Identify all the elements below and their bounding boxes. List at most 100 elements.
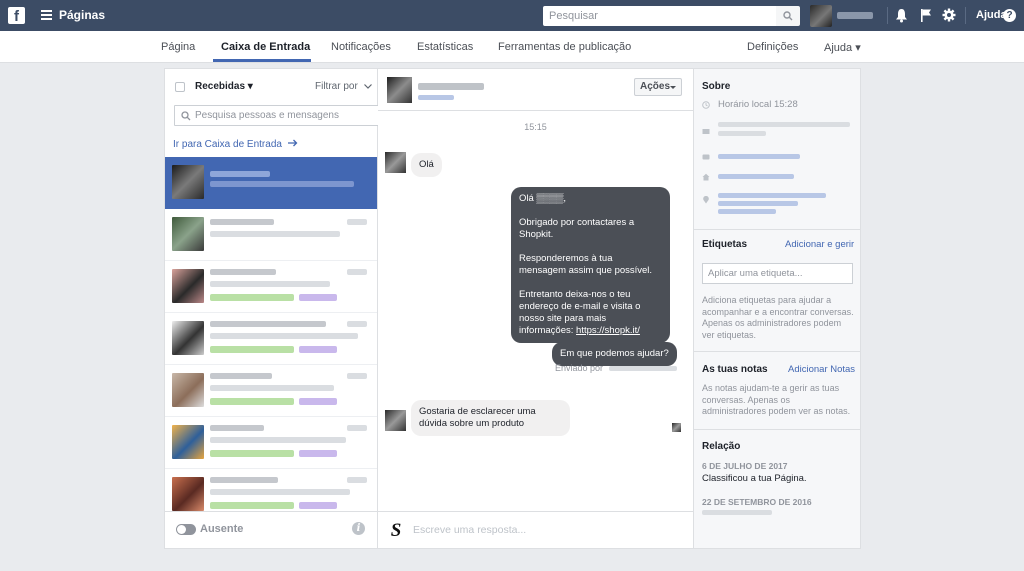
- tab-pagina[interactable]: Página: [161, 41, 195, 53]
- gear-icon[interactable]: [942, 8, 956, 22]
- tab-publishing-tools[interactable]: Ferramentas de publicação: [498, 41, 631, 53]
- flag-icon[interactable]: [920, 8, 932, 22]
- help-link[interactable]: Ajuda: [976, 9, 1007, 21]
- contact-name-blurred: [210, 219, 274, 225]
- tab-notifications[interactable]: Notificações: [331, 41, 391, 53]
- actions-dropdown[interactable]: Ações: [634, 78, 682, 96]
- conversation-item[interactable]: [165, 417, 377, 469]
- page-nav: Página Caixa de Entrada Notificações Est…: [0, 31, 1024, 63]
- menu-icon[interactable]: [41, 10, 52, 20]
- search-button[interactable]: [776, 6, 800, 26]
- goto-inbox-label: Ir para Caixa de Entrada: [173, 139, 282, 150]
- info-link-blurred[interactable]: [718, 154, 800, 159]
- conversation-item[interactable]: [165, 313, 377, 365]
- label-tag[interactable]: [299, 294, 337, 301]
- chevron-down-icon: [363, 84, 372, 89]
- labels-help-text: Adiciona etiquetas para ajudar a acompan…: [702, 295, 854, 340]
- work-icon: [702, 129, 710, 134]
- pages-title[interactable]: Páginas: [59, 8, 105, 22]
- conversation-search-input[interactable]: Pesquisa pessoas e mensagens: [174, 105, 384, 126]
- contact-name-blurred: [210, 373, 272, 379]
- message-paragraph: Obrigado por contactares a Shopkit.: [519, 217, 635, 240]
- education-icon: [702, 154, 710, 160]
- avatar: [172, 373, 204, 407]
- message-paragraph: Entretanto deixa-nos o teu endereço de e…: [519, 289, 662, 337]
- sent-by-text: Enviado por: [555, 363, 604, 373]
- local-time: Horário local 15:28: [718, 99, 798, 110]
- availability-toggle[interactable]: [176, 524, 196, 535]
- tab-help[interactable]: Ajuda ▾: [824, 41, 861, 54]
- tab-inbox[interactable]: Caixa de Entrada: [221, 41, 310, 53]
- help-icon[interactable]: ?: [1003, 9, 1016, 22]
- avatar: [385, 152, 406, 173]
- avatar: [810, 5, 832, 27]
- conversation-header: Ações: [378, 69, 693, 111]
- message-preview-blurred: [210, 489, 350, 495]
- relation-date: 6 DE JULHO DE 2017: [702, 461, 788, 471]
- conversation-item[interactable]: [165, 261, 377, 313]
- facebook-logo-icon[interactable]: f: [8, 7, 25, 24]
- label-input[interactable]: Aplicar uma etiqueta...: [702, 263, 853, 284]
- availability-footer: Ausente i: [165, 511, 377, 548]
- select-all-checkbox[interactable]: [175, 82, 185, 92]
- conversation-item[interactable]: [165, 209, 377, 261]
- label-tag[interactable]: [299, 346, 337, 353]
- time-blurred: [347, 269, 367, 275]
- filter-by-label: Filtrar por: [315, 81, 358, 92]
- tab-settings[interactable]: Definições: [747, 41, 798, 53]
- avatar: [387, 77, 412, 103]
- seen-avatar: [672, 423, 681, 432]
- label-tag[interactable]: [299, 398, 337, 405]
- profile-menu[interactable]: [810, 5, 885, 27]
- shopkit-logo: S: [390, 520, 402, 541]
- goto-inbox-link[interactable]: Ir para Caixa de Entrada: [173, 139, 298, 150]
- message-preview-blurred: [210, 333, 358, 339]
- profile-name-blurred: [837, 12, 873, 19]
- search-placeholder: Pesquisa pessoas e mensagens: [195, 110, 339, 121]
- label-tag[interactable]: [299, 450, 337, 457]
- shopkit-link[interactable]: https://shopk.it/: [576, 325, 640, 336]
- reply-input[interactable]: Escreve uma resposta...: [413, 524, 526, 536]
- bell-icon[interactable]: [895, 8, 908, 23]
- sent-by-label: Enviado por: [555, 363, 677, 373]
- availability-status: Ausente: [200, 523, 244, 535]
- info-blurred: [718, 122, 850, 127]
- divider: [965, 7, 966, 24]
- relation-date: 22 DE SETEMBRO DE 2016: [702, 497, 812, 507]
- info-link-blurred[interactable]: [718, 201, 798, 206]
- contact-name-blurred[interactable]: [418, 83, 484, 90]
- info-blurred: [718, 131, 766, 136]
- top-bar: f Páginas Pesquisar Ajuda ?: [0, 0, 1024, 31]
- message-preview-blurred: [210, 437, 346, 443]
- about-title: Sobre: [702, 81, 731, 92]
- labels-title: Etiquetas: [702, 239, 748, 250]
- avatar: [172, 425, 204, 459]
- add-manage-labels-link[interactable]: Adicionar e gerir: [785, 239, 854, 250]
- label-tag[interactable]: [210, 398, 294, 405]
- info-link-blurred[interactable]: [718, 174, 794, 179]
- search-input[interactable]: Pesquisar: [543, 6, 776, 26]
- label-tag[interactable]: [210, 450, 294, 457]
- active-tab-indicator: [213, 59, 311, 62]
- message-preview-blurred: [210, 181, 354, 187]
- label-tag[interactable]: [299, 502, 337, 509]
- search-icon: [181, 111, 191, 121]
- tab-statistics[interactable]: Estatísticas: [417, 41, 473, 53]
- time-blurred: [347, 219, 367, 225]
- clock-icon: [702, 101, 710, 109]
- message-paragraph: Responderemos à tua mensagem assim que p…: [519, 253, 653, 276]
- info-icon[interactable]: i: [352, 522, 365, 535]
- info-link-blurred[interactable]: [718, 209, 776, 214]
- filter-by-dropdown[interactable]: Filtrar por: [315, 81, 372, 92]
- conversation-item[interactable]: [165, 365, 377, 417]
- label-tag[interactable]: [210, 502, 294, 509]
- divider: [694, 429, 860, 430]
- info-link-blurred[interactable]: [718, 193, 826, 198]
- add-notes-link[interactable]: Adicionar Notas: [788, 364, 855, 375]
- received-filter-dropdown[interactable]: Recebidas ▾: [195, 81, 253, 92]
- label-tag[interactable]: [210, 346, 294, 353]
- contact-link-blurred[interactable]: [418, 95, 454, 100]
- notes-title: As tuas notas: [702, 364, 768, 375]
- label-tag[interactable]: [210, 294, 294, 301]
- conversation-item-active[interactable]: [165, 157, 377, 209]
